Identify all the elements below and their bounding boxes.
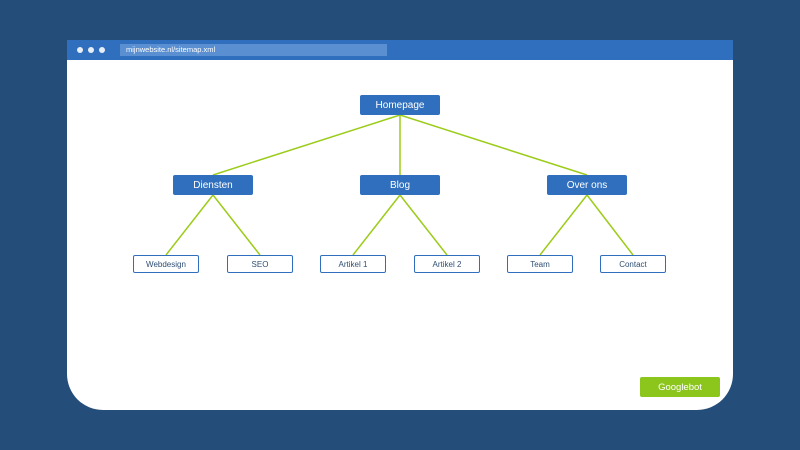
node-homepage[interactable]: Homepage: [360, 95, 440, 115]
node-blog[interactable]: Blog: [360, 175, 440, 195]
connector-blog-artikel2: [399, 194, 448, 256]
googlebot-badge: Googlebot: [640, 377, 720, 397]
node-artikel-2[interactable]: Artikel 2: [414, 255, 480, 273]
node-diensten[interactable]: Diensten: [173, 175, 253, 195]
node-seo[interactable]: SEO: [227, 255, 293, 273]
connector-overons-team: [539, 194, 588, 256]
node-team[interactable]: Team: [507, 255, 573, 273]
connector-homepage-diensten: [212, 114, 401, 176]
stage: mijnwebsite.nl/sitemap.xml Homepage Dien…: [0, 0, 800, 450]
node-over-ons[interactable]: Over ons: [547, 175, 627, 195]
connector-diensten-seo: [212, 194, 261, 256]
node-contact[interactable]: Contact: [600, 255, 666, 273]
node-webdesign[interactable]: Webdesign: [133, 255, 199, 273]
connector-diensten-webdesign: [165, 194, 214, 256]
node-artikel-1[interactable]: Artikel 1: [320, 255, 386, 273]
connector-homepage-overons: [399, 114, 588, 176]
connector-blog-artikel1: [352, 194, 401, 256]
connector-overons-contact: [586, 194, 634, 256]
